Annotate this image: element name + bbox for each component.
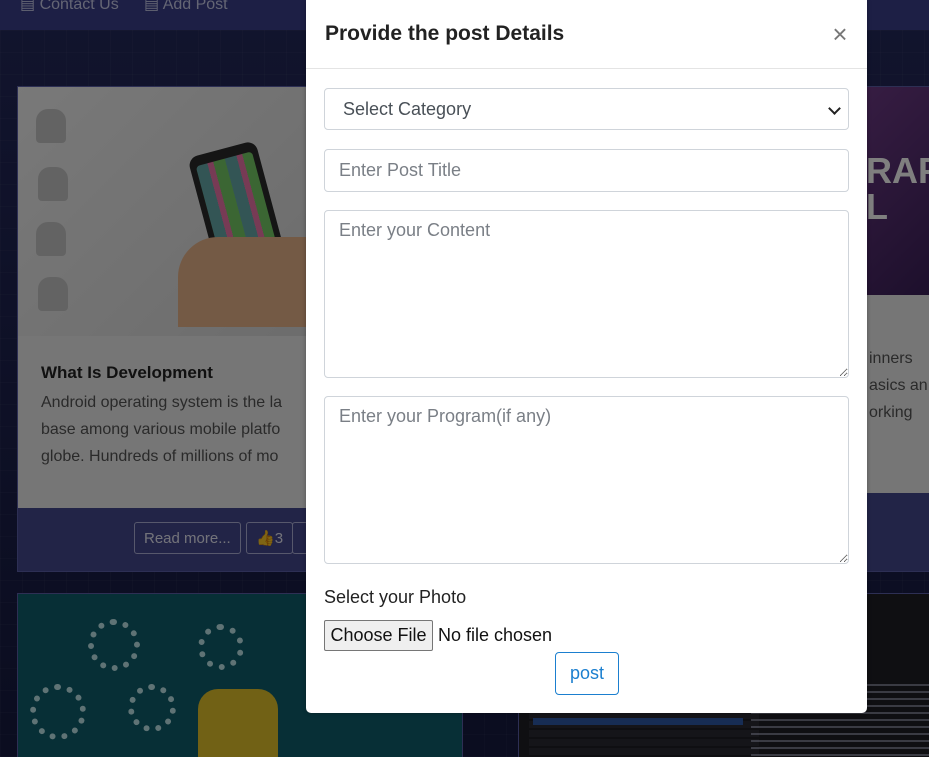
chevron-down-icon — [828, 102, 841, 115]
close-icon[interactable]: × — [829, 20, 851, 48]
post-details-modal: Provide the post Details × Select Catego… — [306, 0, 867, 713]
file-status: No file chosen — [438, 625, 553, 645]
category-select-value: Select Category — [343, 99, 472, 119]
modal-title: Provide the post Details — [325, 22, 565, 45]
photo-label: Select your Photo — [324, 587, 467, 607]
program-textarea[interactable] — [324, 396, 849, 564]
category-select[interactable]: Select Category — [324, 88, 849, 130]
post-title-input[interactable] — [324, 149, 849, 192]
post-button[interactable]: post — [555, 652, 619, 695]
modal-header: Provide the post Details × — [306, 0, 867, 69]
content-textarea[interactable] — [324, 210, 849, 378]
choose-file-button[interactable]: Choose File — [324, 620, 433, 651]
